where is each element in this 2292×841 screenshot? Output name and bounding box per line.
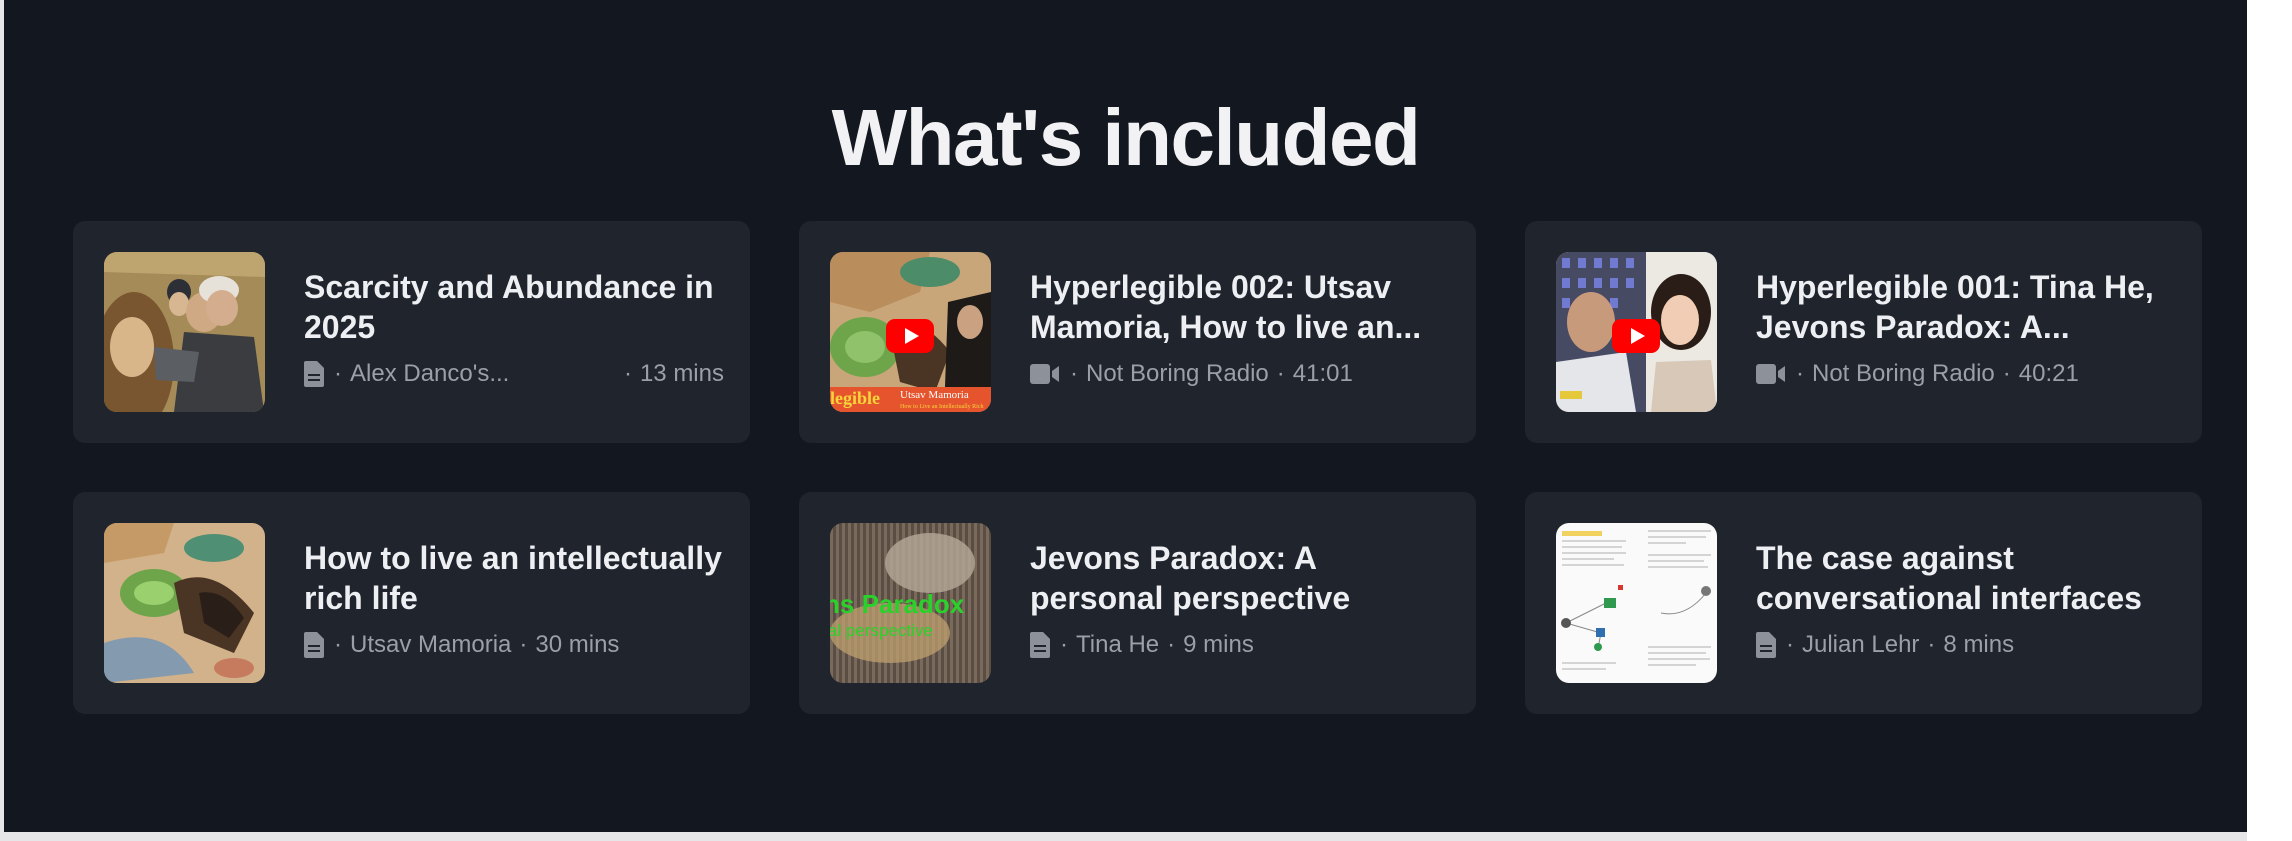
document-icon (304, 361, 324, 387)
card-author: Not Boring Radio (1812, 360, 1995, 387)
card-author: Tina He (1076, 631, 1160, 658)
card-thumbnail-map (104, 523, 265, 683)
page-edge (2247, 0, 2292, 841)
card-author: Utsav Mamoria (350, 631, 512, 658)
card-duration: 41:01 (1292, 360, 1353, 387)
card-thumbnail-illustration (104, 252, 265, 412)
card-author: Alex Danco's... (350, 360, 510, 387)
content-card[interactable]: Hyperlegible 001: Tina He, Jevons Parado… (1525, 221, 2202, 443)
content-card[interactable]: How to live an intellectually rich life … (73, 492, 750, 714)
card-meta: · Julian Lehr · 8 mins (1756, 630, 2176, 660)
card-author: Not Boring Radio (1086, 360, 1269, 387)
card-meta: · Alex Danco's... · 13 mins (304, 359, 724, 389)
thumb-text-brand: legible (830, 388, 880, 408)
content-card[interactable]: ns Paradox al perspective Jevons Paradox… (799, 492, 1476, 714)
thumb-text-subtitle: How to Live an Intellectually Rich (900, 404, 983, 410)
section-heading: What's included (831, 92, 1421, 182)
card-duration: 30 mins (535, 631, 620, 658)
play-icon[interactable] (886, 319, 934, 353)
card-meta: · Utsav Mamoria · 30 mins (304, 630, 724, 660)
document-icon (304, 632, 324, 658)
thumb-text-title: ns Paradox (830, 589, 965, 619)
card-thumbnail-artwork: ns Paradox al perspective (830, 523, 991, 683)
card-meta: · Not Boring Radio · 41:01 (1030, 359, 1450, 389)
card-meta: · Not Boring Radio · 40:21 (1756, 359, 2176, 389)
document-icon (1030, 632, 1050, 658)
card-meta: · Tina He · 9 mins (1030, 630, 1450, 660)
content-grid: Scarcity and Abundance in 2025 · Alex Da… (73, 221, 2203, 714)
card-thumbnail-video (1556, 252, 1717, 412)
card-duration: 8 mins (1943, 631, 2015, 658)
card-duration: 40:21 (2018, 360, 2079, 387)
page-frame: What's included Scarcity and Abundance i… (4, 0, 2247, 832)
card-title: Jevons Paradox: A personal perspective (1030, 540, 1351, 616)
content-card[interactable]: The case against conversational interfac… (1525, 492, 2202, 714)
content-card[interactable]: legible Utsav Mamoria How to Live an Int… (799, 221, 1476, 443)
card-thumbnail-document (1556, 523, 1717, 683)
play-icon[interactable] (1612, 319, 1660, 353)
document-icon (1756, 632, 1776, 658)
video-icon (1756, 364, 1786, 384)
card-thumbnail-video: legible Utsav Mamoria How to Live an Int… (830, 252, 991, 412)
card-title: How to live an intellectually rich life (304, 540, 722, 616)
card-title: The case against conversational interfac… (1756, 540, 2142, 616)
video-icon (1030, 364, 1060, 384)
card-duration: 13 mins (639, 360, 724, 387)
card-title: Hyperlegible 001: Tina He, Jevons Parado… (1756, 269, 2154, 345)
content-card[interactable]: Scarcity and Abundance in 2025 · Alex Da… (73, 221, 750, 443)
card-duration: 9 mins (1183, 631, 1254, 658)
card-author: Julian Lehr (1802, 631, 1920, 658)
thumb-text-name: Utsav Mamoria (900, 389, 969, 401)
card-title: Hyperlegible 002: Utsav Mamoria, How to … (1030, 269, 1422, 345)
card-title: Scarcity and Abundance in 2025 (304, 269, 714, 345)
thumb-text-subtitle: al perspective (830, 621, 933, 640)
